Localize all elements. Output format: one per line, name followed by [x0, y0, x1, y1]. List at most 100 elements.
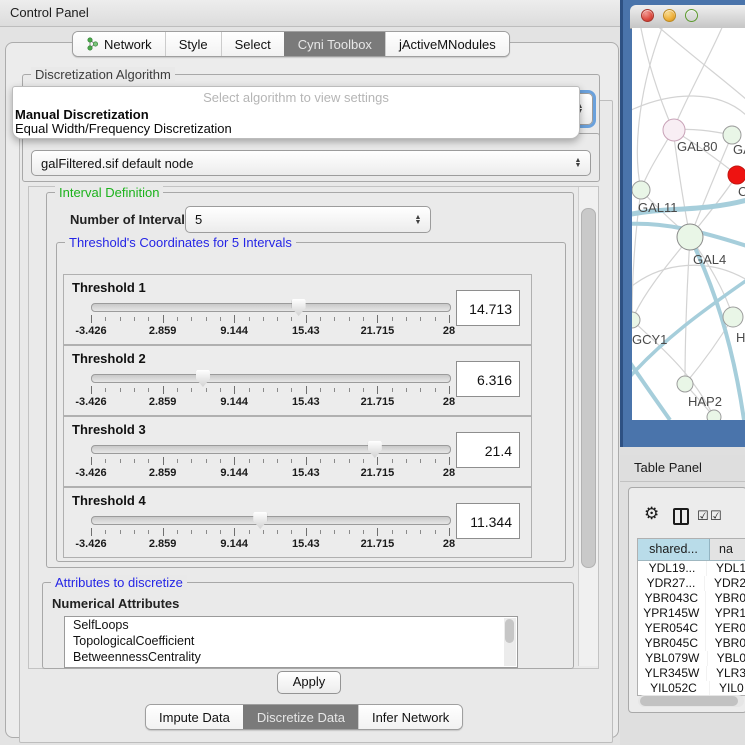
threshold-value-field[interactable]: 14.713 [456, 290, 520, 326]
tick [291, 317, 292, 321]
checkbox-icon[interactable]: ☑ [697, 508, 709, 524]
slider-thumb-icon[interactable] [253, 512, 267, 529]
table-row[interactable]: YBR043CYBR0 [638, 591, 745, 606]
number-of-intervals-combo[interactable]: 5 ▲▼ [185, 206, 431, 233]
network-node-c[interactable] [728, 166, 745, 184]
column-header-name[interactable]: na [710, 539, 745, 560]
slider-thumb-icon[interactable] [196, 370, 210, 387]
tick [435, 459, 436, 463]
table-row[interactable]: YER054CYER0 [638, 621, 745, 636]
slider-ticks [91, 528, 449, 538]
network-node-hap2[interactable] [677, 376, 693, 392]
tick-label: 28 [443, 325, 455, 337]
network-edge[interactable] [632, 280, 745, 380]
node-label: GAL80 [677, 139, 717, 154]
scrollbar-thumb[interactable] [505, 619, 514, 643]
network-window-titlebar [630, 5, 745, 29]
tab-label: Select [235, 37, 271, 52]
group-title: Attributes to discretize [51, 575, 187, 590]
tick [306, 528, 307, 536]
network-node-gal11[interactable] [632, 181, 650, 199]
table-cell: YER0 [706, 621, 745, 636]
slider-thumb-icon[interactable] [292, 299, 306, 316]
network-edge[interactable] [654, 28, 745, 100]
table-data-group: Table Data galFiltered.sif default node … [22, 133, 600, 182]
tick [134, 317, 135, 321]
tick [377, 315, 378, 323]
tab-impute-data[interactable]: Impute Data [146, 705, 243, 729]
tick [249, 317, 250, 321]
table-row[interactable]: YLR345WYLR3 [638, 666, 745, 681]
node-attribute-table: shared... na YDL19...YDL1YDR27...YDR2YBR… [637, 538, 745, 696]
threshold-slider[interactable] [91, 445, 451, 454]
network-edge[interactable] [685, 237, 690, 384]
attribute-item[interactable]: SelfLoops [65, 617, 517, 633]
table-row[interactable]: YDL19...YDL1 [638, 561, 745, 576]
tab-select[interactable]: Select [221, 32, 284, 56]
number-of-intervals-label: Number of Intervals [70, 212, 192, 227]
tick [392, 459, 393, 463]
table-horizontal-scrollbar[interactable] [638, 695, 744, 707]
network-node-gal4[interactable] [677, 224, 703, 250]
network-edge[interactable] [673, 28, 724, 130]
mac-close-icon[interactable] [641, 9, 654, 22]
tick [392, 317, 393, 321]
network-node[interactable] [707, 410, 721, 420]
table-row[interactable]: YIL052CYIL0 [638, 681, 745, 696]
network-edge[interactable] [632, 237, 690, 320]
list-scrollbar[interactable] [504, 618, 516, 666]
threshold-row: Threshold 2 -3.4262.8599.14415.4321.7152… [63, 345, 532, 416]
mac-minimize-icon[interactable] [663, 9, 676, 22]
tab-network[interactable]: Network [73, 32, 165, 56]
slider-tick-labels: -3.4262.8599.14415.4321.71528 [91, 467, 449, 480]
table-row[interactable]: YBL079WYBL0 [638, 651, 745, 666]
network-edge[interactable] [637, 28, 664, 190]
column-header-shared-name[interactable]: shared... [638, 539, 710, 560]
tick-label: 21.715 [361, 538, 395, 550]
tab-discretize-data[interactable]: Discretize Data [243, 705, 358, 729]
screenshot-root: Control Panel ✕ NetworkStyleSelectCyni T… [0, 0, 745, 745]
network-canvas[interactable]: GAL80GACGAL11GAL4GCY1HHAP2 [632, 28, 745, 420]
tick [406, 317, 407, 321]
threshold-slider[interactable] [91, 374, 451, 383]
scrollbar-thumb[interactable] [581, 208, 596, 568]
tab-infer-network[interactable]: Infer Network [358, 705, 462, 729]
scrollbar-thumb[interactable] [640, 696, 738, 706]
threshold-value-field[interactable]: 6.316 [456, 361, 520, 397]
tick [177, 459, 178, 463]
threshold-slider[interactable] [91, 516, 451, 525]
tab-cyni-toolbox[interactable]: Cyni Toolbox [284, 32, 385, 56]
tick [263, 317, 264, 321]
columns-icon[interactable] [673, 508, 689, 525]
threshold-value-field[interactable]: 11.344 [456, 503, 520, 539]
mac-zoom-icon[interactable] [685, 9, 698, 22]
table-row[interactable]: YDR27...YDR2 [638, 576, 745, 591]
apply-button[interactable]: Apply [277, 671, 341, 694]
node-label: C [738, 184, 745, 199]
network-node-gal80[interactable] [663, 119, 685, 141]
tab-style[interactable]: Style [165, 32, 221, 56]
dropdown-item-equal-width-frequency[interactable]: Equal Width/Frequency Discretization [15, 121, 232, 136]
tick [277, 317, 278, 321]
gear-icon[interactable]: ⚙ [644, 504, 659, 524]
network-edge[interactable] [632, 96, 745, 116]
attribute-item[interactable]: BetweennessCentrality [65, 649, 517, 665]
slider-tick-labels: -3.4262.8599.14415.4321.71528 [91, 325, 449, 338]
threshold-label: Threshold 3 [72, 422, 146, 437]
tick [420, 317, 421, 321]
tab-jactivemnodules[interactable]: jActiveMNodules [385, 32, 509, 56]
dropdown-item-manual-discretization[interactable]: Manual Discretization [15, 107, 149, 122]
tick [435, 317, 436, 321]
table-data-combo[interactable]: galFiltered.sif default node ▲▼ [31, 150, 591, 176]
numerical-attributes-list[interactable]: SelfLoopsTopologicalCoefficientBetweenne… [64, 616, 518, 668]
table-row[interactable]: YBR045CYBR0 [638, 636, 745, 651]
tick [306, 315, 307, 323]
network-node-h[interactable] [723, 307, 743, 327]
checkbox-icon[interactable]: ☑ [710, 508, 722, 524]
threshold-value-field[interactable]: 21.4 [456, 432, 520, 468]
tick [320, 530, 321, 534]
slider-thumb-icon[interactable] [368, 441, 382, 458]
threshold-slider[interactable] [91, 303, 451, 312]
table-row[interactable]: YPR145WYPR1 [638, 606, 745, 621]
attribute-item[interactable]: TopologicalCoefficient [65, 633, 517, 649]
